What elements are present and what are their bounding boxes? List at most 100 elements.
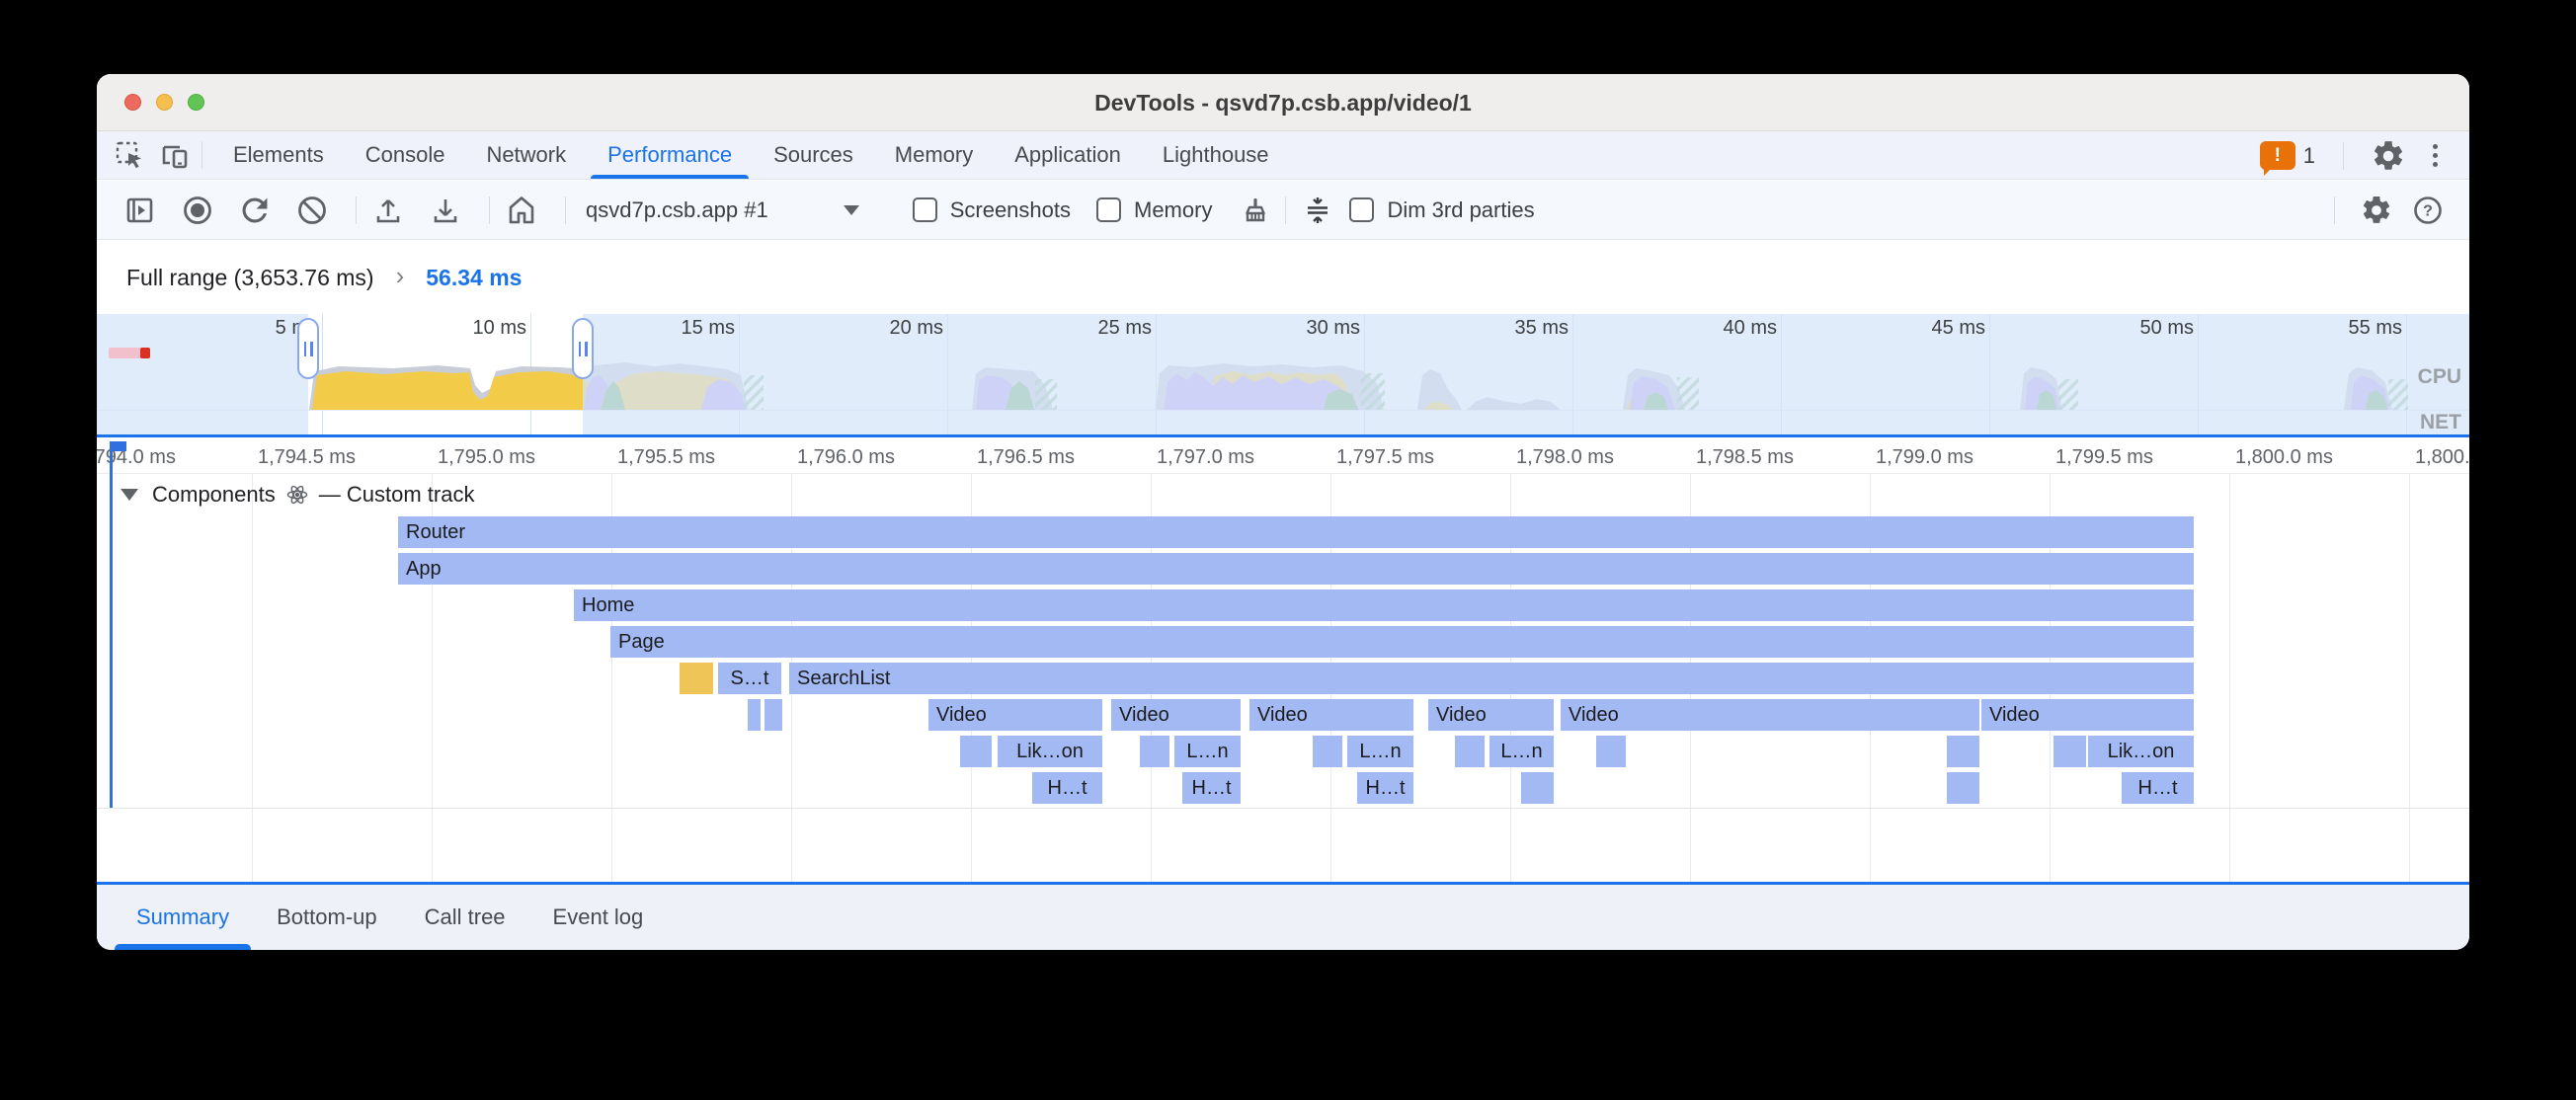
bottom-tab-event-log[interactable]: Event log [529,885,668,950]
flame-bar-video[interactable]: Video [1561,699,1979,731]
minimap-tick-label: 10 ms [432,317,526,340]
page-selector-value: qsvd7p.csb.app #1 [586,197,768,223]
tab-memory[interactable]: Memory [874,131,994,179]
flame-bar[interactable] [2053,736,2086,767]
flame-bar[interactable] [1947,772,1979,804]
flame-chart-area[interactable]: Components — Custom track Router App Home P… [97,474,2469,882]
chevron-right-icon: › [396,261,405,291]
flame-bar-video[interactable]: Video [1981,699,2194,731]
components-track-header[interactable]: Components — Custom track [121,482,474,508]
flame-bar[interactable] [1313,736,1342,767]
separator [2343,142,2344,170]
timeline-overview[interactable]: 5 ms10 ms15 ms20 ms25 ms30 ms35 ms40 ms4… [97,314,2469,437]
tab-performance[interactable]: Performance [587,131,753,179]
bottom-tab-bottom-up[interactable]: Bottom-up [253,885,401,950]
flame-bar[interactable] [1596,736,1626,767]
flame-bar-home[interactable]: Home [574,589,2194,621]
track-subtitle: — Custom track [319,482,475,508]
issues-counter[interactable]: ! 1 [2260,141,2315,170]
cpu-lane-label: CPU [2418,365,2461,389]
capture-settings-gear-icon[interactable] [2359,193,2394,228]
minimap-tick-label: 40 ms [1682,317,1777,340]
selected-range-crumb[interactable]: 56.34 ms [426,265,522,291]
ruler-tick-label: 1,794.0 ms [97,446,176,469]
ruler-tick-label: 1,794.5 ms [258,446,356,469]
flame-bar-likon[interactable]: Lik…on [998,736,1102,767]
help-icon[interactable]: ? [2410,193,2446,228]
more-options-icon[interactable] [2423,140,2448,171]
window-handle-left[interactable] [297,318,319,379]
flame-bar[interactable] [960,736,992,767]
tab-network[interactable]: Network [465,131,587,179]
reload-record-icon[interactable] [237,193,273,228]
clear-icon[interactable] [294,193,330,228]
dim-3rd-parties-checkbox-group[interactable]: Dim 3rd parties [1349,197,1534,223]
ruler-tick-label: 1,795.0 ms [438,446,535,469]
flame-gridline [252,474,253,882]
tabbar-right-cluster: ! 1 [2260,131,2448,180]
flame-bar[interactable] [680,663,713,694]
flame-bar[interactable] [1521,772,1554,804]
flame-bar-st[interactable]: S…t [718,663,781,694]
minimap-tick-label: 55 ms [2307,317,2402,340]
flame-bar-video[interactable]: Video [1111,699,1241,731]
window-handle-right[interactable] [572,318,594,379]
bottom-tab-summary[interactable]: Summary [113,885,253,950]
inspect-element-icon[interactable] [113,138,146,172]
flame-bar[interactable] [1140,736,1169,767]
memory-checkbox-group[interactable]: Memory [1096,197,1212,223]
screenshots-checkbox-group[interactable]: Screenshots [913,197,1071,223]
flame-bar[interactable] [765,699,782,731]
flame-bar-video[interactable]: Video [1428,699,1554,731]
flame-bar-video[interactable]: Video [1249,699,1413,731]
minimap-tick-label: 45 ms [1891,317,1985,340]
flame-bar-page[interactable]: Page [610,626,2194,658]
full-range-crumb[interactable]: Full range (3,653.76 ms) [126,265,374,291]
flame-bar[interactable] [1947,736,1979,767]
track-title: Components [152,482,276,508]
screenshots-checkbox[interactable] [913,197,937,222]
home-icon[interactable] [504,193,539,228]
toggle-sidebar-icon[interactable] [122,193,158,228]
tab-sources[interactable]: Sources [753,131,874,179]
ruler-tick-label: 1,797.5 ms [1336,446,1434,469]
flame-bar-video[interactable]: Video [928,699,1102,731]
settings-gear-icon[interactable] [2372,139,2405,173]
page-selector-dropdown[interactable]: qsvd7p.csb.app #1 [586,197,859,223]
titlebar[interactable]: DevTools - qsvd7p.csb.app/video/1 [97,74,2469,131]
flame-bar-ln[interactable]: L…n [1347,736,1413,767]
minimap-tick-label: 25 ms [1057,317,1152,340]
tab-lighthouse[interactable]: Lighthouse [1142,131,1290,179]
garbage-collect-icon[interactable] [1238,193,1273,228]
ruler-tick-label: 1,799.5 ms [2055,446,2153,469]
flame-bar-router[interactable]: Router [398,516,2194,548]
flame-bar-ht[interactable]: H…t [1182,772,1241,804]
flame-bar[interactable] [748,699,761,731]
tab-application[interactable]: Application [994,131,1142,179]
flame-bar-likon[interactable]: Lik…on [2088,736,2194,767]
flame-bar-ht[interactable]: H…t [1357,772,1413,804]
tab-elements[interactable]: Elements [212,131,345,179]
performance-toolbar: qsvd7p.csb.app #1 Screenshots Memory [97,181,2469,240]
record-icon[interactable] [180,193,215,228]
bottom-tab-call-tree[interactable]: Call tree [401,885,529,950]
range-breadcrumb: Full range (3,653.76 ms) › 56.34 ms [97,241,2469,314]
flame-bar-app[interactable]: App [398,553,2194,585]
flame-bar-ht[interactable]: H…t [2122,772,2194,804]
collapse-triangle-icon[interactable] [121,489,138,501]
flame-bar-ln[interactable]: L…n [1489,736,1554,767]
flame-bar-searchlist[interactable]: SearchList [789,663,2194,694]
bottom-tabbar: SummaryBottom-upCall treeEvent log [97,882,2469,950]
devtools-tabbar: ElementsConsoleNetworkPerformanceSources… [97,131,2469,180]
tab-console[interactable]: Console [345,131,466,179]
flame-bar[interactable] [1455,736,1485,767]
dim-3rd-parties-checkbox[interactable] [1349,197,1374,222]
bottom-tabs: SummaryBottom-upCall treeEvent log [113,885,667,950]
upload-profile-icon[interactable] [370,193,406,228]
download-profile-icon[interactable] [428,193,463,228]
collapse-rows-icon[interactable] [1300,193,1335,228]
device-toolbar-icon[interactable] [158,138,192,172]
flame-bar-ln[interactable]: L…n [1174,736,1241,767]
flame-bar-ht[interactable]: H…t [1032,772,1102,804]
memory-checkbox[interactable] [1096,197,1121,222]
